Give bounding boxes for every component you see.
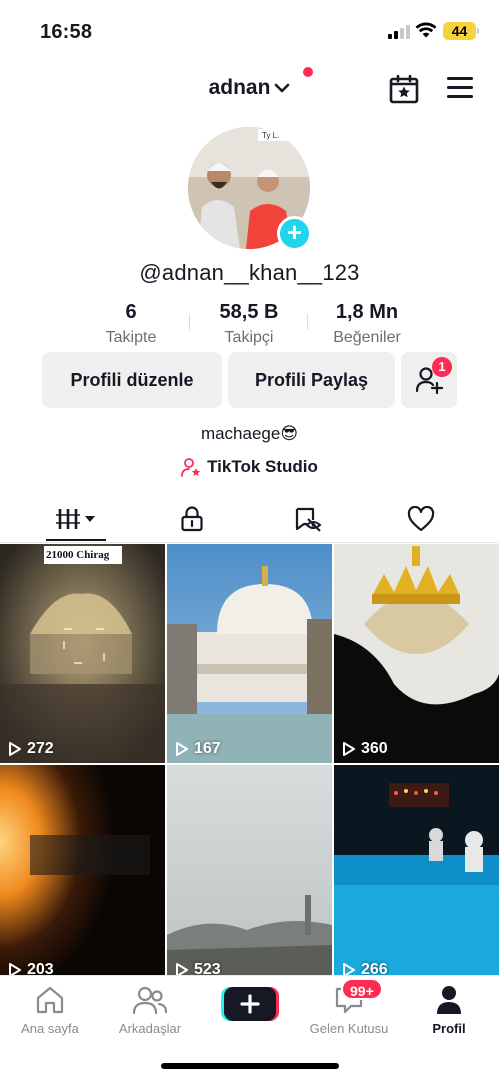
- account-switcher[interactable]: adnan: [0, 76, 499, 100]
- home-indicator: [161, 1063, 339, 1069]
- tab-liked[interactable]: [371, 496, 471, 542]
- view-count-value: 360: [361, 740, 388, 757]
- profile-tabs: [0, 496, 499, 543]
- view-count: 266: [342, 961, 388, 975]
- view-count-value: 203: [27, 961, 54, 975]
- profile-handle: @adnan__khan__123: [139, 260, 360, 285]
- stat-value: 1,8 Mn: [335, 301, 399, 323]
- view-count-value: 167: [194, 740, 221, 757]
- video-grid: 21000 Chirag 272 167 360 203 523 266: [0, 544, 499, 975]
- profile-icon: [437, 986, 461, 1014]
- video-tile[interactable]: 203: [0, 765, 165, 975]
- edit-profile-button[interactable]: Profili düzenle: [42, 352, 222, 408]
- tiktok-studio-link[interactable]: TikTok Studio: [0, 457, 499, 482]
- studio-label: TikTok Studio: [207, 457, 318, 476]
- view-count-value: 523: [194, 961, 221, 975]
- active-tab-indicator: [46, 539, 106, 541]
- nav-label: Arkadaşlar: [118, 1021, 182, 1036]
- view-count: 272: [8, 740, 54, 758]
- stat-label: Takipte: [105, 329, 157, 346]
- play-icon: [176, 963, 188, 975]
- wifi-icon: [415, 22, 437, 38]
- stat-value: 58,5 B: [219, 301, 279, 323]
- video-tile[interactable]: 523: [167, 765, 332, 975]
- video-tile[interactable]: 266: [334, 765, 499, 975]
- stat-label: Takipçi: [224, 329, 274, 346]
- stat-value: 6: [125, 301, 137, 323]
- menu-icon[interactable]: [447, 77, 473, 99]
- battery-tip: [477, 28, 479, 34]
- studio-person-icon: [181, 458, 201, 477]
- signal-icon: [388, 24, 410, 39]
- video-tile[interactable]: 167: [167, 544, 332, 763]
- video-caption: 21000 Chirag: [46, 549, 110, 561]
- nav-profile[interactable]: Profil: [399, 983, 499, 1036]
- view-count: 523: [175, 961, 221, 975]
- stat-followers[interactable]: 58,5 B Takipçi: [189, 301, 309, 347]
- status-time: 16:58: [40, 21, 93, 43]
- play-icon: [176, 742, 188, 756]
- chevron-down-icon: [275, 83, 290, 93]
- battery-icon: 44: [443, 22, 476, 40]
- nav-friends[interactable]: Arkadaşlar: [100, 983, 200, 1036]
- nav-home[interactable]: Ana sayfa: [0, 983, 100, 1036]
- friends-icon: [133, 986, 167, 1015]
- calendar-star-icon[interactable]: [389, 74, 419, 104]
- profile-stats: 6 Takipte 58,5 B Takipçi 1,8 Mn Beğenile…: [0, 301, 499, 351]
- lock-icon: [181, 506, 203, 532]
- view-count-value: 266: [361, 961, 388, 975]
- view-count: 203: [8, 961, 54, 975]
- share-profile-button[interactable]: Profili Paylaş: [228, 352, 395, 408]
- profile-bio: machaege😎: [200, 424, 299, 443]
- stat-following[interactable]: 6 Takipte: [71, 301, 191, 347]
- inbox-badge: 99+: [341, 978, 383, 1000]
- stat-label: Beğeniler: [333, 329, 401, 346]
- tab-tagged[interactable]: [258, 496, 358, 542]
- play-icon: [343, 963, 355, 975]
- add-avatar-button[interactable]: +: [277, 216, 312, 251]
- play-icon: [9, 742, 21, 756]
- notification-dot: [303, 67, 313, 77]
- video-tile[interactable]: 360: [334, 544, 499, 763]
- view-count: 360: [342, 740, 388, 758]
- play-icon: [9, 963, 21, 975]
- add-friend-badge: 1: [432, 357, 452, 377]
- nav-label: Profil: [432, 1021, 466, 1036]
- home-icon: [36, 986, 64, 1014]
- video-tile[interactable]: 21000 Chirag 272: [0, 544, 165, 763]
- videos-grid-icon: [56, 509, 95, 529]
- heart-icon: [407, 506, 435, 532]
- svg-text:Ty L.: Ty L.: [262, 131, 279, 140]
- tagged-hidden-icon: [295, 507, 322, 532]
- tab-private[interactable]: [142, 496, 242, 542]
- nav-label: Ana sayfa: [21, 1021, 79, 1036]
- top-nav: adnan: [0, 62, 499, 114]
- view-count: 167: [175, 740, 221, 758]
- nav-label: Gelen Kutusu: [309, 1021, 389, 1036]
- view-count-value: 272: [27, 740, 54, 757]
- play-icon: [343, 742, 355, 756]
- stat-likes[interactable]: 1,8 Mn Beğeniler: [307, 301, 427, 347]
- create-plus-icon[interactable]: [221, 987, 279, 1021]
- tab-videos[interactable]: [26, 496, 126, 542]
- username: adnan: [208, 76, 271, 99]
- status-bar: 16:58 44: [0, 0, 499, 62]
